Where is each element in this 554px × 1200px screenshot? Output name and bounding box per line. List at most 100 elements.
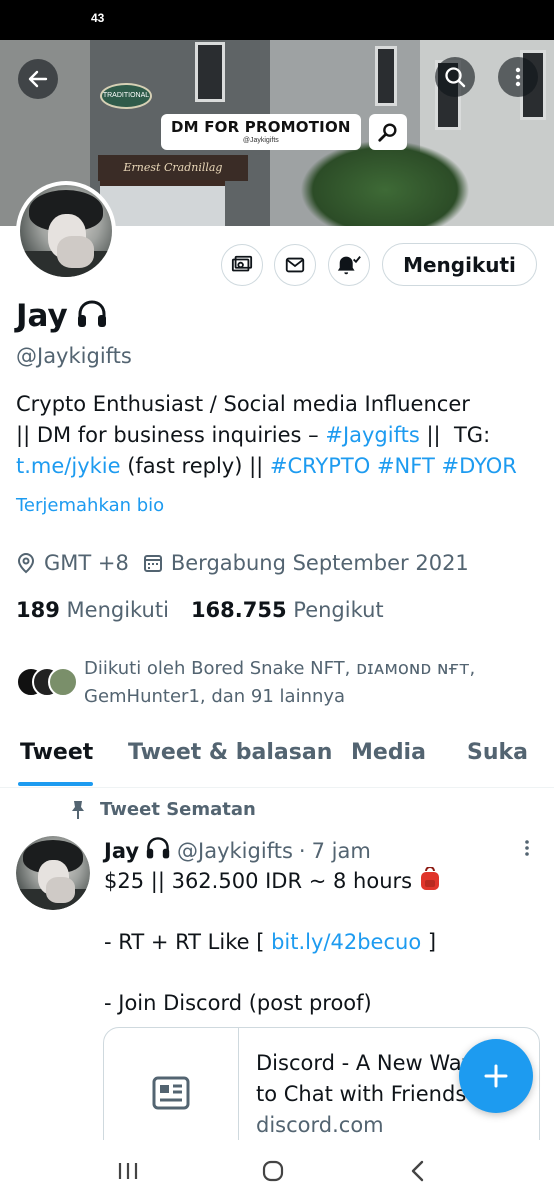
compose-tweet-button[interactable] — [459, 1039, 533, 1113]
banner-window — [375, 46, 397, 106]
promo-box: DM FOR PROMOTION @Jaykigifts — [161, 114, 361, 150]
profile-handle: @Jaykigifts — [16, 344, 132, 368]
promo-title: DM FOR PROMOTION — [171, 118, 351, 136]
profile-name: Jay — [16, 298, 68, 334]
tab-tweets-replies[interactable]: Tweet & balasan — [128, 740, 332, 765]
profile-avatar[interactable] — [16, 181, 116, 281]
joined-text: Bergabung September 2021 — [170, 551, 469, 575]
avatar — [48, 667, 78, 697]
bio-line: t.me/jykie (fast reply) || #CRYPTO #NFT … — [16, 451, 541, 482]
profile-meta: GMT +8 Bergabung September 2021 — [16, 551, 483, 575]
location-text: GMT +8 — [44, 551, 129, 575]
backpack-icon — [419, 866, 441, 893]
followers-count: 168.755 — [190, 598, 287, 622]
bio-line: || DM for business inquiries – #Jaygifts… — [16, 420, 541, 451]
tweet-link[interactable]: bit.ly/42becuo — [271, 930, 421, 954]
hashtag-link[interactable]: #Jaygifts — [325, 423, 419, 447]
tweet-author-handle[interactable]: @Jaykigifts — [177, 839, 293, 863]
recent-apps-icon — [118, 1163, 138, 1179]
pinned-text: Tweet Sematan — [100, 799, 256, 820]
bio-text: (fast reply) || — [120, 454, 270, 478]
more-vertical-icon — [525, 840, 529, 856]
followed-by-line: GemHunter1, dan 91 lainnya — [84, 686, 346, 707]
bio-line: Crypto Enthusiast / Social media Influen… — [16, 392, 470, 416]
profile-tabs: Tweet Tweet & balasan Media Suka — [0, 734, 554, 788]
followed-by-line: Diikuti oleh Bored Snake NFT, ᴅɪᴀᴍᴏɴᴅ ɴғ… — [84, 658, 476, 679]
calendar-icon — [143, 555, 162, 572]
article-icon — [152, 1076, 190, 1110]
headphones-icon — [76, 299, 108, 334]
tweet-dot: · — [298, 838, 306, 863]
more-vertical-icon — [515, 67, 521, 87]
tweet-author-name[interactable]: Jay — [104, 839, 139, 863]
system-nav-bar — [0, 1140, 554, 1200]
plus-icon — [484, 1064, 508, 1088]
recent-apps-button[interactable] — [108, 1156, 148, 1186]
tab-likes[interactable]: Suka — [467, 740, 528, 765]
tweet-header: Jay @Jaykigifts · 7 jam — [104, 836, 371, 865]
hashtag-link[interactable]: #CRYPTO — [270, 454, 370, 478]
notifications-button[interactable] — [328, 244, 370, 286]
home-icon — [262, 1160, 284, 1182]
followed-by[interactable]: Diikuti oleh Bored Snake NFT, ᴅɪᴀᴍᴏɴᴅ ɴғ… — [16, 655, 475, 711]
profile-bio: Crypto Enthusiast / Social media Influen… — [16, 389, 541, 482]
tweet-line-text: $25 || 362.500 IDR ~ 8 hours — [104, 869, 413, 893]
profile-name-row: Jay — [16, 298, 108, 334]
followers-label: Pengikut — [293, 598, 384, 622]
tweet-line: $25 || 362.500 IDR ~ 8 hours — [104, 866, 534, 897]
envelope-icon — [285, 257, 305, 273]
joined-item: Bergabung September 2021 — [143, 551, 469, 575]
subscribe-money-button[interactable] — [221, 244, 263, 286]
bio-text: || DM for business inquiries – — [16, 423, 326, 447]
back-system-button[interactable] — [398, 1156, 438, 1186]
tweet-line-text: ] — [421, 930, 437, 954]
hashtag-link[interactable]: #DYOR — [441, 454, 516, 478]
more-options-button[interactable] — [498, 57, 538, 97]
banner-promo: DM FOR PROMOTION @Jaykigifts — [161, 114, 407, 150]
avatar — [16, 836, 90, 910]
location-pin-icon — [17, 552, 35, 574]
tweet-line: - Join Discord (post proof) — [104, 991, 372, 1015]
status-time: 43 — [91, 11, 105, 25]
pin-icon — [72, 800, 84, 819]
pinned-label: Tweet Sematan — [70, 799, 256, 820]
banner-oval-sign: TRADITIONAL — [100, 83, 152, 109]
tweet-more-button[interactable] — [520, 838, 534, 863]
active-tab-indicator — [18, 782, 93, 786]
tweet-line: - RT + RT Like [ bit.ly/42becuo ] — [104, 927, 534, 958]
tweet-author-avatar[interactable] — [16, 836, 90, 910]
bell-check-icon — [337, 256, 361, 275]
tweet-text: $25 || 362.500 IDR ~ 8 hours - RT + RT L… — [104, 866, 534, 1019]
tweet-time[interactable]: 7 jam — [312, 839, 371, 863]
hashtag-link[interactable]: #NFT — [377, 454, 435, 478]
banner-tree — [300, 140, 470, 226]
following-button[interactable]: Mengikuti — [382, 243, 537, 286]
banner-shopfront — [100, 180, 225, 226]
status-bar: 43 — [0, 0, 554, 40]
translate-bio-link[interactable]: Terjemahkan bio — [16, 495, 164, 516]
message-button[interactable] — [274, 244, 316, 286]
search-button[interactable] — [435, 57, 475, 97]
promo-subtitle: @Jaykigifts — [242, 137, 279, 144]
promo-search-icon — [368, 114, 407, 150]
bio-text: || TG: — [419, 423, 491, 447]
back-button[interactable] — [18, 59, 58, 99]
money-icon — [231, 255, 253, 272]
home-button[interactable] — [253, 1156, 293, 1186]
search-icon — [445, 67, 466, 88]
telegram-link[interactable]: t.me/jykie — [16, 454, 121, 478]
following-label: Mengikuti — [66, 598, 169, 622]
tab-media[interactable]: Media — [351, 740, 426, 765]
avatar — [20, 185, 112, 277]
card-domain: discord.com — [256, 1113, 384, 1137]
location-item: GMT +8 — [16, 551, 129, 575]
headphones-icon — [145, 836, 171, 865]
card-thumbnail — [104, 1028, 239, 1156]
following-stat[interactable]: 189 Mengikuti — [16, 598, 169, 622]
back-arrow-icon — [28, 70, 48, 88]
followed-by-text: Diikuti oleh Bored Snake NFT, ᴅɪᴀᴍᴏɴᴅ ɴғ… — [84, 655, 475, 711]
tweet-line-text: - RT + RT Like [ — [104, 930, 272, 954]
tab-tweet[interactable]: Tweet — [20, 740, 93, 765]
follower-avatars — [16, 667, 78, 701]
followers-stat[interactable]: 168.755 Pengikut — [191, 598, 384, 622]
